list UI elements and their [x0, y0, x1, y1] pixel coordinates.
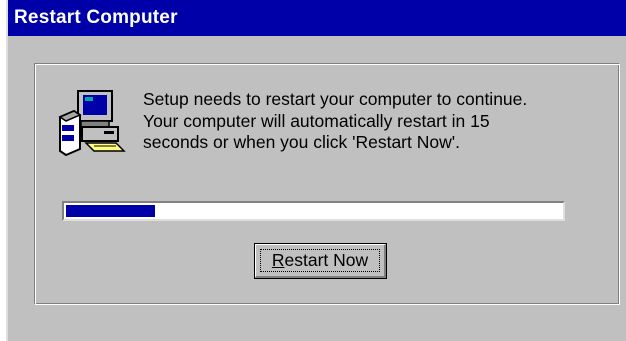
restart-now-button[interactable]: Restart Now [254, 243, 387, 279]
button-focus-rect: Restart Now [260, 249, 380, 272]
computer-setup-icon [58, 90, 126, 157]
progress-fill [66, 205, 155, 217]
restart-dialog: Restart Computer [6, 0, 626, 341]
title-bar[interactable]: Restart Computer [8, 0, 626, 36]
button-label: estart Now [284, 250, 369, 270]
button-accelerator: R [271, 250, 285, 270]
message-line-1: Setup needs to restart your computer to … [143, 89, 528, 109]
message-line-3: seconds or when you click 'Restart Now'. [143, 132, 460, 152]
restart-progress-bar [62, 201, 565, 221]
window-title: Restart Computer [14, 7, 178, 28]
message-line-2: Your computer will automatically restart… [143, 110, 490, 131]
restart-message: Setup needs to restart your computer to … [143, 89, 613, 154]
